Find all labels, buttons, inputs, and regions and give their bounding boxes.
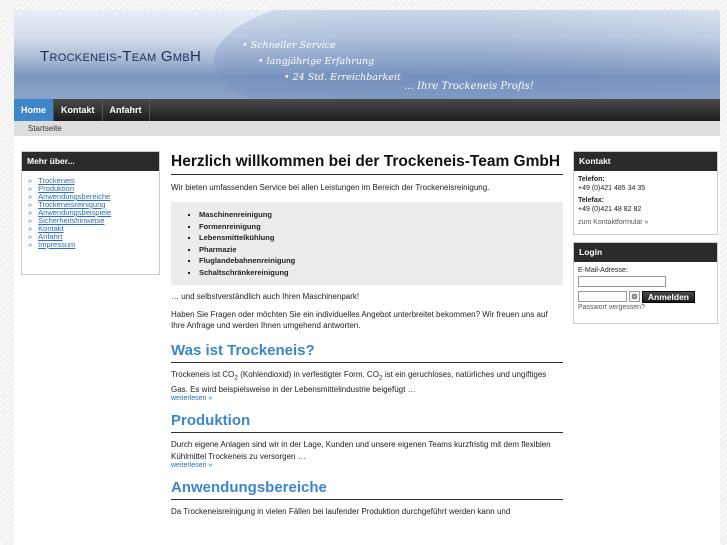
nav-home[interactable]: Home [14, 99, 55, 121]
phone-number: +49 (0)421 485 34 35 [578, 184, 646, 192]
login-box: Login E-Mail-Adresse: ⊚ Anmelden Passwor… [573, 242, 718, 324]
machine-park-text: … und selbstverständlich auch Ihren Masc… [171, 292, 360, 301]
section-text-anwendungsbereiche: Da Trockeneisreinigung in vielen Fällen … [171, 507, 511, 517]
login-button[interactable]: Anmelden [641, 290, 695, 303]
contact-paragraph: Haben Sie Fragen oder möchten Sie ein in… [171, 309, 548, 331]
sidebar-links: » Trockeneis » Produktion » Anwendungsberei… [22, 171, 159, 249]
password-toggle-icon[interactable]: ⊚ [628, 291, 640, 302]
page-title: Herzlich willkommen bei der Trockeneis-T… [171, 151, 563, 175]
section-text-produktion: Durch eigene Anlagen sind wir in der Lag… [171, 440, 551, 461]
contact-form-link[interactable]: zum Kontaktformular » [578, 219, 713, 228]
double-chevron-icon: » [28, 240, 33, 249]
service-item: Maschinenreinigung [199, 209, 563, 221]
logo[interactable]: Trockeneis-Team GmbH [40, 48, 201, 65]
sidebar-link[interactable]: Impressum [38, 240, 75, 249]
read-more-link[interactable]: weiterlesen » [171, 462, 563, 469]
contact-box-body: Telefon: +49 (0)421 485 34 35 Telefax: +… [574, 171, 717, 233]
nav-anfahrt[interactable]: Anfahrt [103, 99, 150, 121]
contact-box: Kontakt Telefon: +49 (0)421 485 34 35 Te… [573, 151, 718, 235]
page: Trockeneis-Team GmbH • Schneller Service… [14, 10, 720, 545]
header-bullets: • Schneller Service • langjährige Erfahr… [242, 38, 401, 86]
nav-kontakt[interactable]: Kontakt [54, 99, 103, 121]
bullet-availability: • 24 Std. Erreichbarkeit [284, 72, 401, 83]
service-item: Formenreinigung [199, 221, 563, 233]
header-tagline: … Ihre Trockeneis Profis! [404, 81, 534, 92]
breadcrumb-startseite[interactable]: Startseite [28, 124, 62, 133]
fax-label: Telefax: [578, 197, 604, 204]
bullet-experience: • langjährige Erfahrung [258, 56, 375, 67]
login-box-title: Login [574, 243, 717, 262]
bullet-service: • Schneller Service [242, 40, 336, 51]
main-nav: Home Kontakt Anfahrt [14, 99, 720, 121]
heading-anwendungsbereiche: Anwendungsbereiche [171, 478, 563, 501]
section-text-trockeneis: Trockeneis ist CO2 (Kohlendioxid) in ver… [171, 369, 563, 396]
text-part: (Kohlendioxid) in verfestigter Form. CO [237, 369, 379, 379]
breadcrumb: Startseite [14, 121, 720, 136]
heading-produktion: Produktion [171, 411, 563, 434]
sidebar-more-about: Mehr über... » Trockeneis » Produktion » An… [21, 151, 160, 275]
sidebar-item-impressum: » Impressum [28, 241, 159, 249]
forgot-password-link[interactable]: Passwort vergessen? [578, 304, 713, 313]
password-field[interactable] [578, 291, 627, 302]
email-label: E-Mail-Adresse: [578, 267, 628, 274]
intro-text: Wir bieten umfassenden Service bei allen… [171, 183, 490, 192]
email-field[interactable] [578, 275, 666, 287]
password-row: ⊚ Anmelden [578, 290, 713, 303]
service-item: Pharmazie [199, 244, 563, 256]
heading-was-ist-trockeneis: Was ist Trockeneis? [171, 341, 563, 363]
phone-label: Telefon: [578, 176, 605, 183]
service-item: Lebensmittelkühlung [199, 232, 563, 244]
read-more-link[interactable]: weiterlesen » [171, 395, 563, 402]
services-list: Maschinenreinigung Formenreinigung Leben… [171, 202, 563, 285]
contact-box-title: Kontakt [574, 152, 717, 171]
main-content: Herzlich willkommen bei der Trockeneis-T… [171, 151, 563, 518]
sidebar-title: Mehr über... [22, 152, 159, 171]
text-part: Trockeneis ist CO [171, 369, 235, 379]
service-item: Fluglandebahnenreinigung [199, 255, 563, 267]
service-item: Schaltschränkereinigung [199, 267, 563, 279]
login-box-body: E-Mail-Adresse: ⊚ Anmelden Passwort verg… [574, 262, 717, 317]
fax-number: +49 (0)421 48 82 82 [578, 205, 642, 213]
header-banner: Trockeneis-Team GmbH • Schneller Service… [14, 10, 720, 99]
